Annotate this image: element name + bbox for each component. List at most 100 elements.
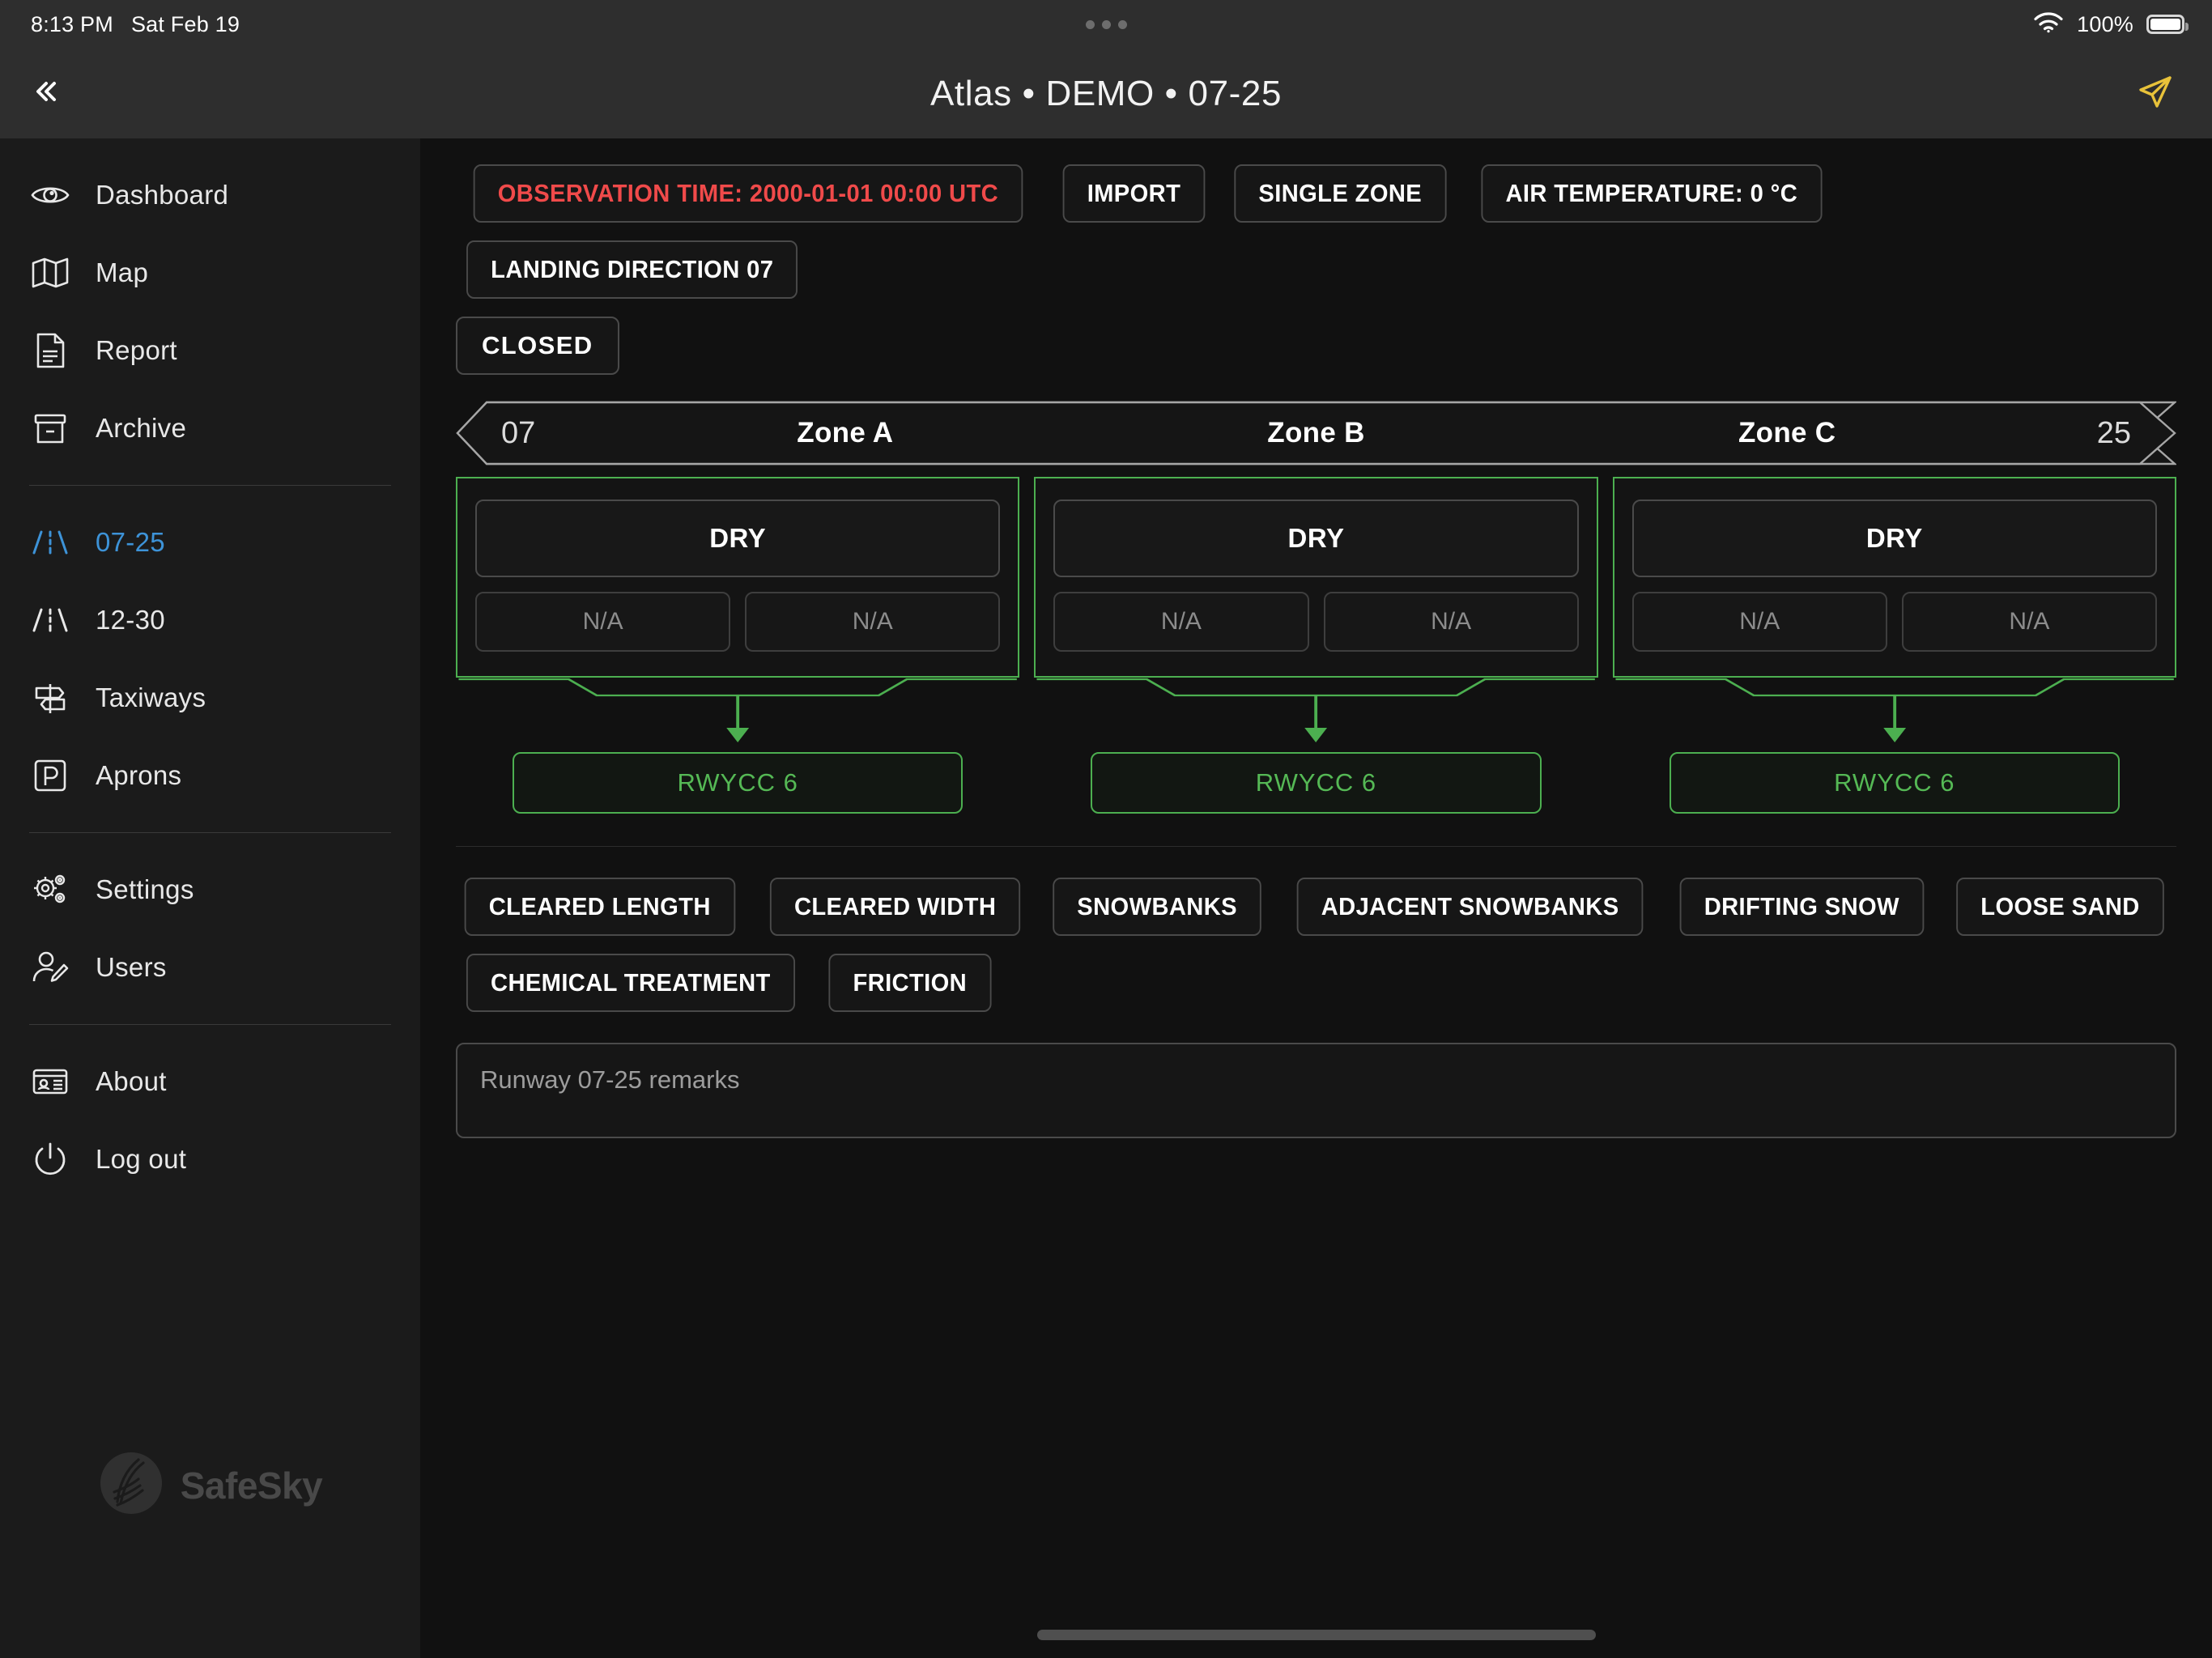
sidebar-item-label: Taxiways bbox=[96, 682, 206, 712]
zone-column-c: DRY N/A N/A RWYCC 6 bbox=[1612, 477, 2176, 814]
sidebar-item-label: 12-30 bbox=[96, 605, 165, 635]
zone-a-depth-left-button[interactable]: N/A bbox=[475, 592, 731, 652]
sidebar-item-about[interactable]: About bbox=[0, 1043, 420, 1120]
zone-c-header: Zone C bbox=[1738, 417, 1836, 449]
zone-column-a: DRY N/A N/A RWYCC 6 bbox=[456, 477, 1020, 814]
zone-a-connector-arrow bbox=[458, 678, 1017, 742]
sidebar-divider bbox=[29, 485, 391, 486]
sidebar-item-log-out[interactable]: Log out bbox=[0, 1120, 420, 1198]
brand-name: SafeSky bbox=[180, 1464, 323, 1507]
status-bar-date: Sat Feb 19 bbox=[130, 11, 240, 36]
zone-column-b: DRY N/A N/A RWYCC 6 bbox=[1034, 477, 1598, 814]
multitask-handle-icon[interactable] bbox=[1085, 19, 1127, 29]
battery-percent-label: 100% bbox=[2077, 11, 2133, 36]
sidebar-item-aprons[interactable]: Aprons bbox=[0, 737, 420, 814]
remarks-input[interactable]: Runway 07-25 remarks bbox=[456, 1043, 2176, 1138]
sidebar-item-dashboard[interactable]: Dashboard bbox=[0, 156, 420, 234]
attribute-row-1: CLEARED LENGTH CLEARED WIDTH SNOWBANKS A… bbox=[456, 878, 2176, 936]
sidebar-item-settings[interactable]: Settings bbox=[0, 851, 420, 929]
document-icon bbox=[29, 329, 71, 372]
sidebar-divider bbox=[29, 832, 391, 833]
zone-a-header: Zone A bbox=[797, 417, 894, 449]
sidebar-item-label: Map bbox=[96, 257, 149, 287]
parking-icon bbox=[29, 755, 71, 797]
sidebar-item-label: Archive bbox=[96, 413, 187, 443]
status-bar-center bbox=[0, 19, 2212, 29]
sidebar-item-report[interactable]: Report bbox=[0, 312, 420, 389]
zone-c-box: DRY N/A N/A bbox=[1612, 477, 2176, 678]
sidebar-item-label: Report bbox=[96, 335, 177, 365]
zone-c-condition-button[interactable]: DRY bbox=[1631, 500, 2157, 577]
app-title-bar: Atlas • DEMO • 07-25 bbox=[0, 49, 2212, 138]
zone-c-rwycc-button[interactable]: RWYCC 6 bbox=[1669, 752, 2120, 814]
zone-b-rwycc-button[interactable]: RWYCC 6 bbox=[1091, 752, 1542, 814]
drifting-snow-button[interactable]: DRIFTING SNOW bbox=[1679, 878, 1925, 936]
threshold-right-label: 25 bbox=[2096, 415, 2132, 450]
zone-a-depth-right-button[interactable]: N/A bbox=[745, 592, 1001, 652]
runway-zones: DRY N/A N/A RWYCC 6 DRY N/A N/A RWYCC 6 … bbox=[456, 477, 2176, 814]
status-bar-left: 8:13 PM Sat Feb 19 bbox=[0, 12, 240, 37]
adjacent-snowbanks-button[interactable]: ADJACENT SNOWBANKS bbox=[1296, 878, 1644, 936]
loose-sand-button[interactable]: LOOSE SAND bbox=[1956, 878, 2164, 936]
zone-a-condition-button[interactable]: DRY bbox=[475, 500, 1001, 577]
sidebar-item-12-30[interactable]: 12-30 bbox=[0, 581, 420, 659]
main-content: OBSERVATION TIME: 2000-01-01 00:00 UTC I… bbox=[420, 138, 2212, 1658]
chemical-treatment-button[interactable]: CHEMICAL TREATMENT bbox=[466, 954, 795, 1012]
zone-c-connector-arrow bbox=[1615, 678, 2174, 742]
home-indicator[interactable] bbox=[1036, 1630, 1596, 1640]
cleared-length-button[interactable]: CLEARED LENGTH bbox=[464, 878, 735, 936]
zone-b-depth-left-button[interactable]: N/A bbox=[1053, 592, 1309, 652]
power-icon bbox=[29, 1138, 71, 1180]
sidebar-item-label: 07-25 bbox=[96, 527, 165, 557]
runway-icon bbox=[29, 599, 71, 641]
closed-button[interactable]: CLOSED bbox=[456, 317, 619, 375]
single-zone-button[interactable]: SINGLE ZONE bbox=[1234, 164, 1446, 223]
zone-c-depth-right-button[interactable]: N/A bbox=[1901, 592, 2157, 652]
sidebar-item-label: Log out bbox=[96, 1144, 187, 1174]
signpost-icon bbox=[29, 677, 71, 719]
landing-direction-button[interactable]: LANDING DIRECTION 07 bbox=[466, 240, 798, 299]
import-button[interactable]: IMPORT bbox=[1062, 164, 1206, 223]
map-icon bbox=[29, 252, 71, 294]
friction-button[interactable]: FRICTION bbox=[828, 954, 991, 1012]
battery-full-icon bbox=[2146, 15, 2189, 34]
section-divider bbox=[456, 846, 2176, 847]
threshold-left-label: 07 bbox=[501, 415, 536, 450]
sidebar-item-label: Dashboard bbox=[96, 180, 229, 210]
observation-time-button[interactable]: OBSERVATION TIME: 2000-01-01 00:00 UTC bbox=[473, 164, 1023, 223]
user-edit-icon bbox=[29, 946, 71, 988]
zone-b-box: DRY N/A N/A bbox=[1034, 477, 1598, 678]
cleared-width-button[interactable]: CLEARED WIDTH bbox=[769, 878, 1020, 936]
status-bar-time: 8:13 PM bbox=[31, 11, 113, 36]
zone-a-box: DRY N/A N/A bbox=[456, 477, 1020, 678]
sidebar-item-archive[interactable]: Archive bbox=[0, 389, 420, 467]
app-screen: 8:13 PM Sat Feb 19 100% Atlas • DEMO • 0… bbox=[0, 0, 2212, 1658]
snowbanks-button[interactable]: SNOWBANKS bbox=[1052, 878, 1261, 936]
id-card-icon bbox=[29, 1061, 71, 1103]
sidebar: Dashboard Map Report Archive 07-25 12-30… bbox=[0, 138, 420, 1658]
sidebar-item-07-25[interactable]: 07-25 bbox=[0, 504, 420, 581]
zone-b-depth-right-button[interactable]: N/A bbox=[1323, 592, 1579, 652]
air-temperature-button[interactable]: AIR TEMPERATURE: 0 °C bbox=[1481, 164, 1823, 223]
runway-icon bbox=[29, 521, 71, 563]
toolbar-row-2: CLOSED bbox=[456, 317, 2176, 375]
zone-b-condition-button[interactable]: DRY bbox=[1053, 500, 1579, 577]
sidebar-item-map[interactable]: Map bbox=[0, 234, 420, 312]
zone-b-header: Zone B bbox=[1267, 417, 1365, 449]
sidebar-item-label: Aprons bbox=[96, 760, 182, 790]
ios-status-bar: 8:13 PM Sat Feb 19 100% bbox=[0, 0, 2212, 49]
gears-icon bbox=[29, 869, 71, 911]
zone-a-rwycc-button[interactable]: RWYCC 6 bbox=[513, 752, 963, 814]
sidebar-divider bbox=[29, 1024, 391, 1025]
archive-box-icon bbox=[29, 407, 71, 449]
status-bar-right: 100% bbox=[2033, 11, 2212, 39]
sidebar-item-label: About bbox=[96, 1066, 167, 1096]
zone-a-depth-row: N/A N/A bbox=[475, 592, 1001, 652]
zone-c-depth-left-button[interactable]: N/A bbox=[1631, 592, 1887, 652]
zone-b-connector-arrow bbox=[1036, 678, 1596, 742]
sidebar-item-label: Users bbox=[96, 952, 167, 982]
wifi-icon bbox=[2033, 11, 2064, 39]
sidebar-item-users[interactable]: Users bbox=[0, 929, 420, 1006]
page-title: Atlas • DEMO • 07-25 bbox=[929, 73, 1283, 113]
sidebar-item-taxiways[interactable]: Taxiways bbox=[0, 659, 420, 737]
